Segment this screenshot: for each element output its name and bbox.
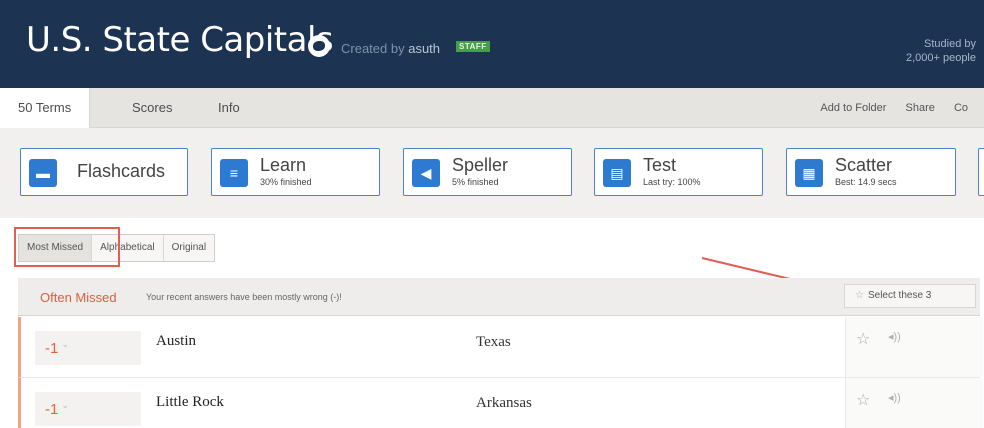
term-word: Austin (156, 333, 197, 349)
term-word: Little Rock (156, 394, 224, 410)
score-dropdown-icon[interactable]: ⌄ (61, 400, 69, 410)
star-icon: ☆ (855, 290, 864, 301)
term-definition: Arkansas (476, 395, 532, 411)
table-row: -1 ⌄ Little Rock Arkansas ☆ ◂)) (18, 378, 983, 428)
table-row: -1 ⌄ Austin Texas ☆ ◂)) (18, 317, 983, 378)
audio-icon[interactable]: ◂)) (888, 330, 901, 343)
score-dropdown-icon[interactable]: ⌄ (61, 339, 69, 349)
row-actions: ☆ ◂)) (845, 378, 983, 428)
miss-score: -1 ⌄ (35, 392, 141, 426)
audio-icon[interactable]: ◂)) (888, 391, 901, 404)
select-these-button[interactable]: ☆ Select these 3 (844, 284, 976, 308)
often-missed-bar: Often Missed Your recent answers have be… (18, 278, 980, 316)
row-actions: ☆ ◂)) (845, 317, 983, 377)
miss-score-value: -1 (45, 340, 59, 357)
term-definition: Texas (476, 334, 511, 350)
often-missed-title: Often Missed (40, 290, 117, 305)
miss-score: -1 ⌄ (35, 331, 141, 365)
star-icon[interactable]: ☆ (856, 329, 870, 349)
often-missed-subtitle: Your recent answers have been mostly wro… (146, 292, 342, 302)
select-these-label: Select these 3 (867, 290, 932, 301)
star-icon[interactable]: ☆ (856, 390, 870, 410)
miss-score-value: -1 (45, 401, 59, 418)
